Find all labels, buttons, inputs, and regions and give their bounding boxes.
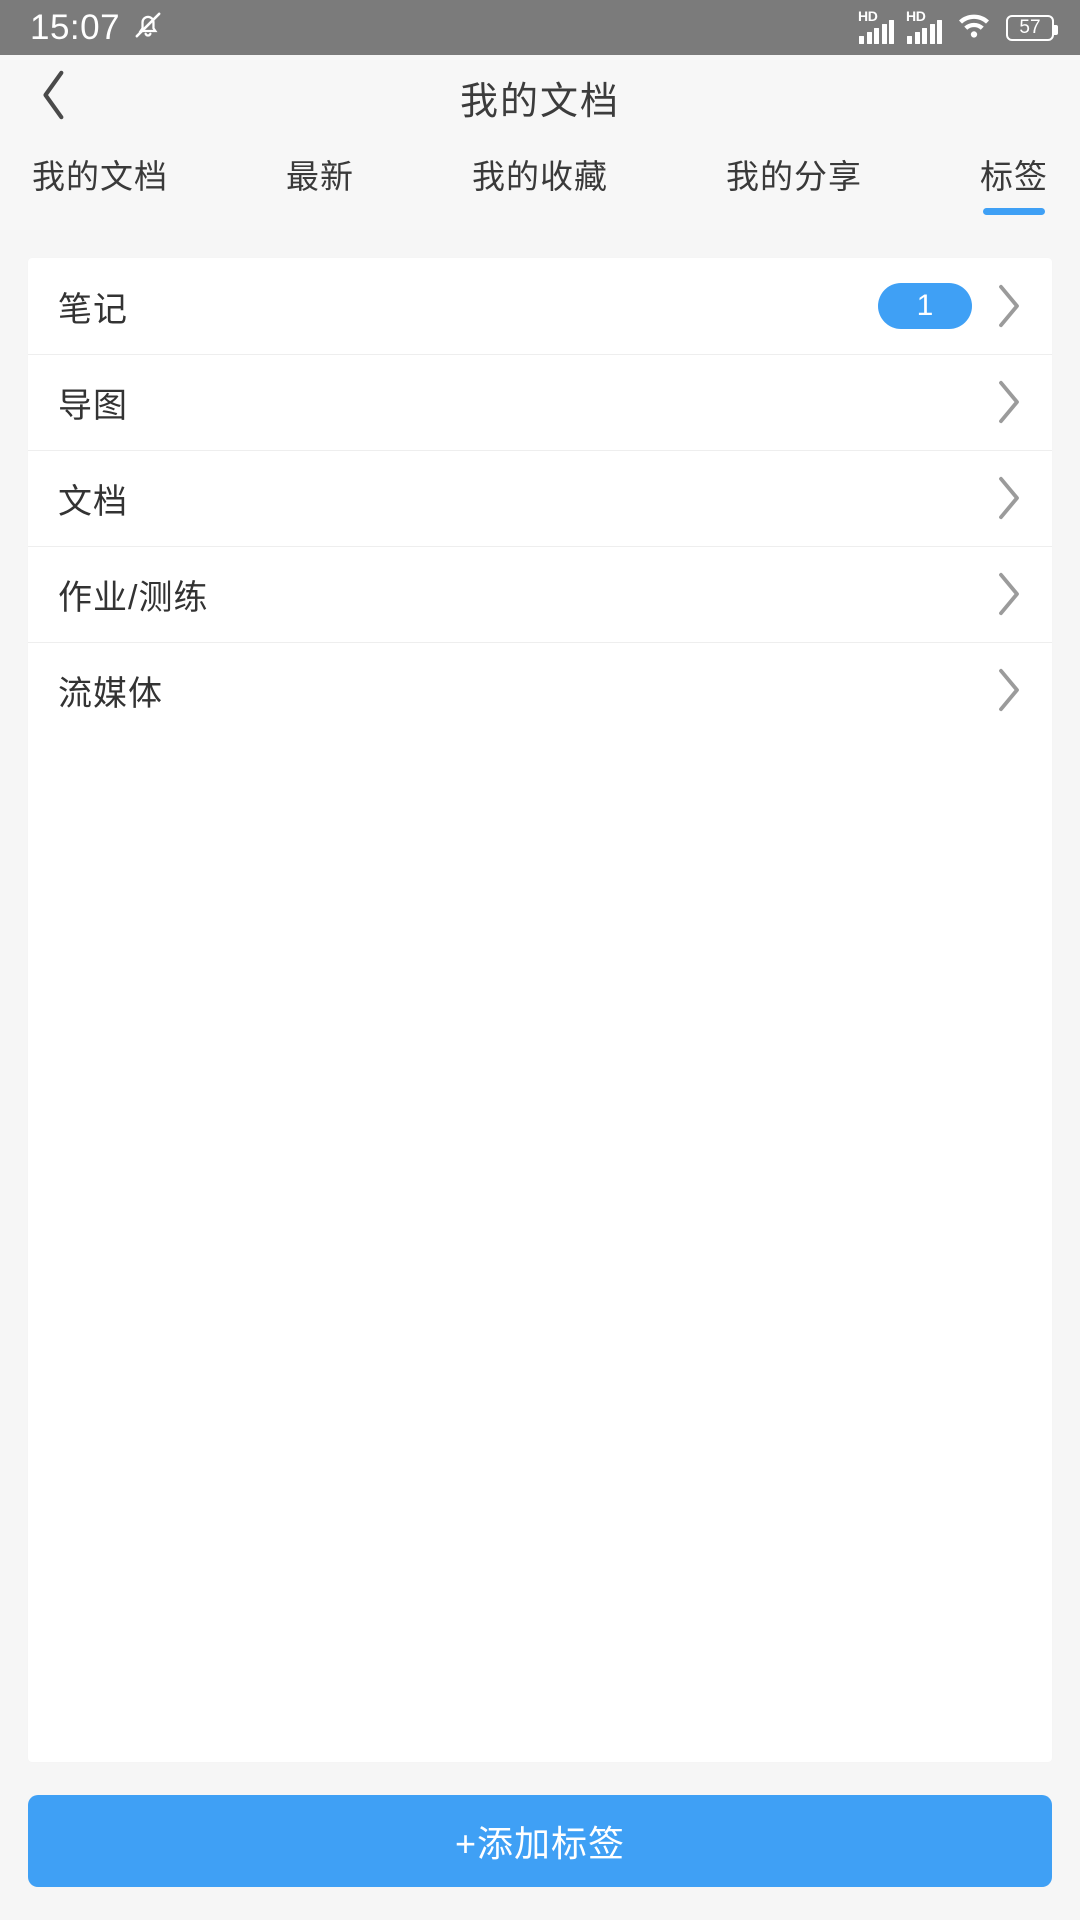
status-bar-right: HD HD 57 (858, 7, 1058, 45)
signal-bars-sim1 (859, 19, 894, 44)
app-screen: 15:07 HD HD 57 我的文档 我的文档 最新 我的收藏 我的分享 标签… (0, 0, 1080, 1920)
status-bar: 15:07 HD HD 57 (0, 0, 1080, 55)
footer-bar: +添加标签 (0, 1762, 1080, 1920)
list-item-label: 导图 (58, 386, 128, 425)
tab-indicator (509, 208, 571, 215)
list-item[interactable]: 作业/测练 (28, 546, 1052, 642)
list-item[interactable]: 笔记 1 (28, 258, 1052, 354)
tab-indicator (69, 208, 131, 215)
chevron-right-icon (988, 378, 1024, 426)
chevron-right-icon (988, 666, 1024, 714)
tab-indicator (289, 208, 351, 215)
list-item-label: 笔记 (58, 290, 128, 329)
signal-bars-sim2 (907, 19, 942, 44)
tag-list-card: 笔记 1 导图 文档 作业/测练 流媒体 (28, 258, 1052, 1762)
battery-level-label: 57 (1019, 17, 1041, 38)
tab-bar: 我的文档 最新 我的收藏 我的分享 标签 (0, 140, 1080, 230)
tab-indicator (763, 208, 825, 215)
wifi-icon (955, 10, 993, 45)
signal-icon-sim1: HD (858, 7, 894, 44)
add-tag-button[interactable]: +添加标签 (28, 1795, 1052, 1887)
tab-tags[interactable]: 标签 (978, 154, 1050, 215)
tab-label: 我的文档 (32, 158, 168, 195)
list-item-label: 流媒体 (58, 674, 163, 713)
hd-label-sim1: HD (858, 7, 878, 24)
hd-label-sim2: HD (906, 7, 926, 24)
chevron-right-icon (988, 282, 1024, 330)
chevron-right-icon (988, 474, 1024, 522)
list-item[interactable]: 导图 (28, 354, 1052, 450)
tab-my-favorites[interactable]: 我的收藏 (470, 154, 610, 193)
list-item[interactable]: 流媒体 (28, 642, 1052, 738)
tab-label: 最新 (286, 158, 354, 195)
bell-muted-icon (132, 8, 164, 47)
status-badge: 1 (878, 283, 972, 329)
tab-indicator-active (983, 208, 1045, 215)
tab-my-shares[interactable]: 我的分享 (724, 154, 864, 193)
list-item-label: 文档 (58, 482, 128, 521)
battery-icon: 57 (1006, 14, 1058, 41)
chevron-right-icon (988, 570, 1024, 618)
list-item[interactable]: 文档 (28, 450, 1052, 546)
tab-my-documents[interactable]: 我的文档 (30, 154, 170, 193)
tab-label: 我的分享 (726, 158, 862, 195)
status-bar-clock: 15:07 (30, 8, 121, 47)
status-bar-left: 15:07 (30, 8, 164, 47)
tab-latest[interactable]: 最新 (284, 154, 356, 193)
signal-icon-sim2: HD (906, 7, 942, 44)
tab-label: 我的收藏 (472, 158, 608, 195)
tab-label: 标签 (980, 158, 1048, 195)
app-header: 我的文档 (0, 55, 1080, 140)
list-item-label: 作业/测练 (58, 578, 209, 617)
page-title: 我的文档 (459, 81, 620, 123)
